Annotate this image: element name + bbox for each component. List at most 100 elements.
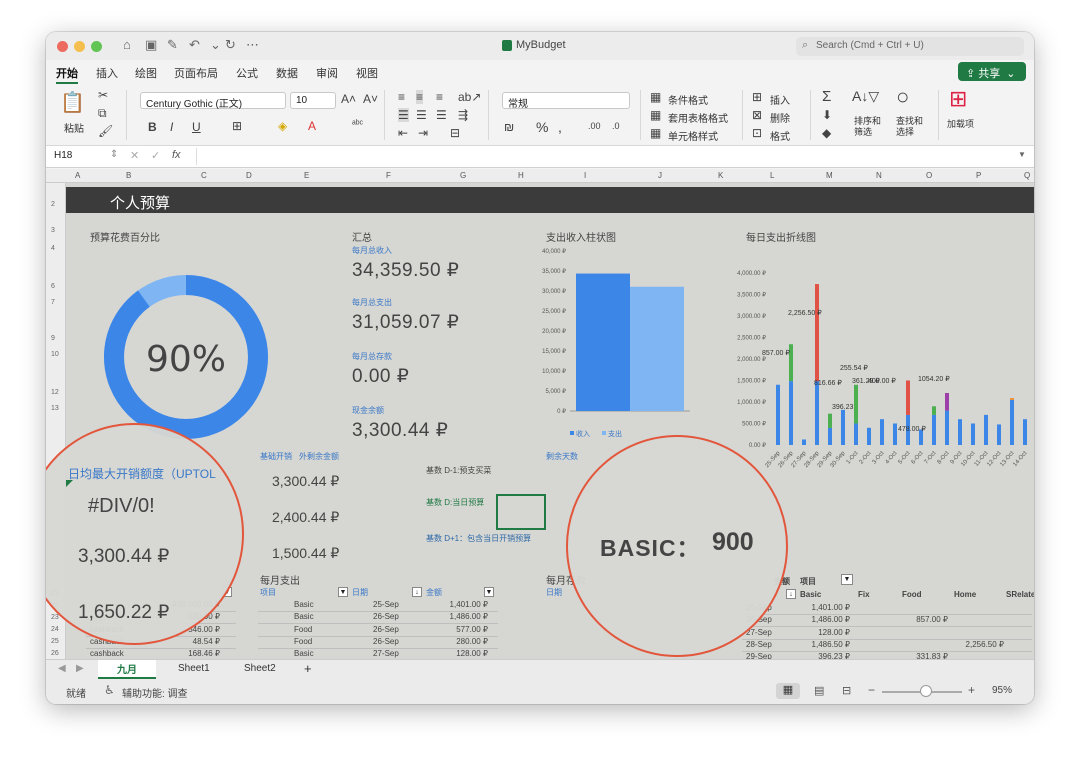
decrease-decimal-icon[interactable]: .0 xyxy=(612,121,620,131)
align-right-icon[interactable]: ☰ xyxy=(436,108,447,122)
addins-icon[interactable]: ⊞ xyxy=(949,86,967,112)
table-cell[interactable]: Food xyxy=(294,637,312,646)
fill-icon[interactable]: ⬇ xyxy=(822,108,832,122)
table-cell[interactable]: 1,401.00 ₽ xyxy=(438,600,488,609)
column-header[interactable]: A xyxy=(75,171,80,180)
sort-dropdown-icon[interactable]: ↓ xyxy=(412,587,422,597)
autosum-icon[interactable]: Σ xyxy=(822,88,831,105)
column-header[interactable]: M xyxy=(826,171,833,180)
name-box[interactable]: H18 xyxy=(54,150,72,161)
table-cell[interactable]: 26-Sep xyxy=(373,625,399,634)
cut-icon[interactable]: ✂ xyxy=(98,88,108,102)
delete-cells-button[interactable]: 删除 xyxy=(770,110,790,125)
sort-filter-icon[interactable]: A↓▽ xyxy=(852,88,879,105)
table-format-icon[interactable]: ▦ xyxy=(650,108,661,122)
table-cell[interactable]: Food xyxy=(294,625,312,634)
tab-insert[interactable]: 插入 xyxy=(96,65,118,81)
home-icon[interactable]: ⌂ xyxy=(123,37,131,52)
merge-icon[interactable]: ⊟ xyxy=(450,126,460,140)
fx-icon[interactable]: fx xyxy=(172,149,181,161)
tab-page-layout[interactable]: 页面布局 xyxy=(174,65,218,81)
column-header[interactable]: K xyxy=(718,171,723,180)
column-header[interactable]: N xyxy=(876,171,882,180)
clear-icon[interactable]: ◆ xyxy=(822,126,831,140)
cell-style-button[interactable]: 单元格样式 xyxy=(668,128,718,143)
redo-icon[interactable]: ↻ xyxy=(225,37,236,53)
decrease-indent-icon[interactable]: ⇤ xyxy=(398,126,408,140)
format-painter-icon[interactable]: 🖌 xyxy=(98,124,113,138)
table-cell[interactable]: 577.00 ₽ xyxy=(438,625,488,634)
row-header[interactable]: 2 xyxy=(51,201,55,208)
table-cell[interactable]: Basic xyxy=(294,612,314,621)
confirm-formula-icon[interactable]: ✓ xyxy=(151,149,160,162)
add-sheet-button[interactable]: + xyxy=(304,661,312,676)
edit-icon[interactable]: ✎ xyxy=(167,37,178,53)
table-cell[interactable]: 1,486.00 ₽ xyxy=(792,615,850,624)
table-cell[interactable]: 857.00 ₽ xyxy=(898,615,948,624)
name-box-stepper-icon[interactable]: ⇕ xyxy=(110,149,118,160)
filter-dropdown-icon[interactable]: ▼ xyxy=(841,574,853,585)
decrease-font-icon[interactable]: A˅ xyxy=(363,92,378,106)
increase-font-icon[interactable]: A˄ xyxy=(341,92,356,106)
table-format-button[interactable]: 套用表格格式 xyxy=(668,110,728,125)
bold-icon[interactable]: B xyxy=(148,120,157,134)
addins-button[interactable]: 加载项 xyxy=(947,117,974,130)
zoom-level[interactable]: 95% xyxy=(992,685,1012,696)
prev-sheet-icon[interactable]: ◀ xyxy=(58,663,66,674)
table-cell[interactable]: cashback xyxy=(90,649,124,658)
fill-color-icon[interactable]: ◈ xyxy=(278,119,287,133)
comma-icon[interactable]: , xyxy=(558,119,562,135)
page-break-view-icon[interactable]: ⊟ xyxy=(842,684,851,697)
column-header[interactable]: J xyxy=(658,171,662,180)
underline-icon[interactable]: U xyxy=(192,120,201,134)
chevron-down-icon[interactable]: ⌄ xyxy=(210,37,221,53)
table-cell[interactable]: 2,256.50 ₽ xyxy=(950,640,1004,649)
table-cell[interactable]: 1,401.00 ₽ xyxy=(792,603,850,612)
search-box[interactable]: ⌕ Search (Cmd + Ctrl + U) xyxy=(796,37,1024,56)
align-bottom-icon[interactable]: ≡ xyxy=(436,90,443,104)
cancel-formula-icon[interactable]: ✕ xyxy=(130,149,139,162)
tab-home[interactable]: 开始 xyxy=(56,65,78,81)
table-cell[interactable]: 1,486.00 ₽ xyxy=(438,612,488,621)
increase-indent-icon[interactable]: ⇥ xyxy=(418,126,428,140)
column-header[interactable]: E xyxy=(304,171,309,180)
find-select-button[interactable]: 查找和选择 xyxy=(896,116,926,138)
paste-icon[interactable]: 📋 xyxy=(60,90,85,115)
table-cell[interactable]: Basic xyxy=(294,649,314,658)
more-icon[interactable]: ⋯ xyxy=(246,37,259,53)
table-cell[interactable]: 128.00 ₽ xyxy=(438,649,488,658)
column-header[interactable]: I xyxy=(584,171,586,180)
row-header[interactable]: 12 xyxy=(51,389,59,396)
expand-formula-icon[interactable]: ▼ xyxy=(1018,150,1026,159)
wrap-text-icon[interactable]: ⇶ xyxy=(458,108,468,122)
accounting-icon[interactable]: ₪ xyxy=(504,120,514,134)
row-header[interactable]: 24 xyxy=(51,626,59,633)
formula-input[interactable] xyxy=(196,148,1016,165)
row-header[interactable]: 25 xyxy=(51,638,59,645)
column-header[interactable]: B xyxy=(126,171,131,180)
conditional-format-button[interactable]: 条件格式 xyxy=(668,92,708,107)
sheet-tab-september[interactable]: 九月 xyxy=(98,660,156,679)
column-header[interactable]: O xyxy=(926,171,932,180)
align-center-icon[interactable]: ☰ xyxy=(416,108,427,122)
table-cell[interactable]: 27-Sep xyxy=(373,649,399,658)
share-button[interactable]: ⇪ 共享 ⌄ xyxy=(958,62,1026,81)
row-header[interactable]: 3 xyxy=(51,227,55,234)
align-left-icon[interactable]: ☰ xyxy=(398,108,409,122)
table-cell[interactable]: 280.00 ₽ xyxy=(438,637,488,646)
find-select-icon[interactable]: ○ xyxy=(896,84,909,110)
minimize-window-button[interactable] xyxy=(74,41,85,52)
filter-dropdown-icon[interactable]: ▼ xyxy=(484,587,494,597)
column-header[interactable]: P xyxy=(976,171,981,180)
percent-icon[interactable]: % xyxy=(536,119,548,135)
column-header[interactable]: Q xyxy=(1024,171,1030,180)
zoom-out-icon[interactable]: − xyxy=(868,683,875,697)
format-cells-button[interactable]: 格式 xyxy=(770,128,790,143)
align-top-icon[interactable]: ≡ xyxy=(398,90,405,104)
row-header[interactable]: 7 xyxy=(51,299,55,306)
sort-filter-button[interactable]: 排序和筛选 xyxy=(854,116,884,138)
table-cell[interactable]: 26-Sep xyxy=(373,612,399,621)
zoom-in-icon[interactable]: + xyxy=(968,683,975,697)
conditional-format-icon[interactable]: ▦ xyxy=(650,90,661,104)
accessibility-icon[interactable]: ♿ xyxy=(104,683,115,697)
